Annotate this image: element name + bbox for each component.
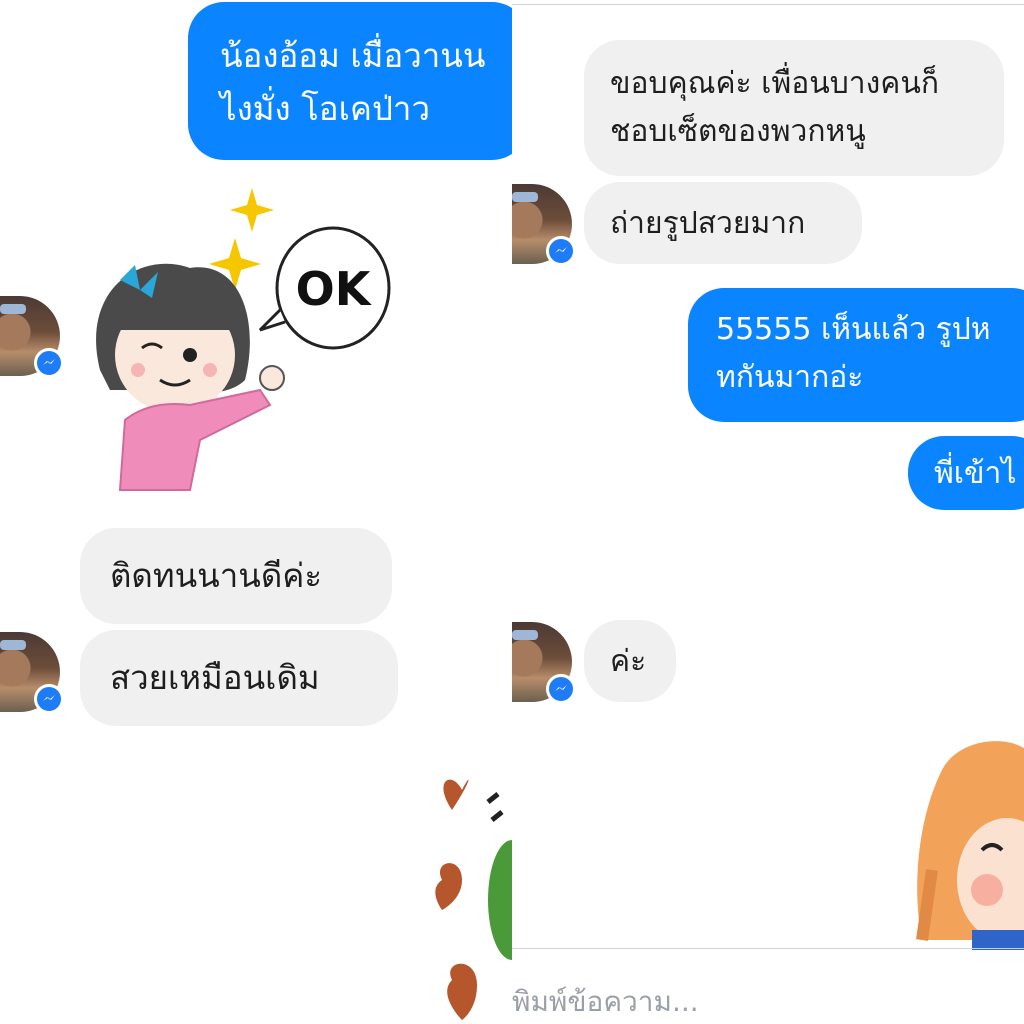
message-input-placeholder[interactable]: พิมพ์ข้อความ... [512, 980, 699, 1024]
incoming-message-bubble[interactable]: ติดทนนานดีค่ะ [80, 528, 392, 624]
incoming-message-bubble[interactable]: ค่ะ [584, 620, 676, 702]
messenger-badge-icon [34, 348, 64, 378]
contact-avatar[interactable] [0, 296, 64, 378]
right-chat-screenshot: ขอบคุณค่ะ เพื่อนบางคนก็ ชอบเซ็ตของพวกหนู… [512, 0, 1024, 1024]
hearts-sticker[interactable] [432, 770, 512, 1024]
left-chat-screenshot: น้องอ้อม เมื่อวานน ไงมั่ง โอเคป่าว OK ติ… [0, 0, 512, 1024]
heart-icon [447, 963, 477, 1020]
heart-icon [435, 863, 462, 910]
contact-avatar[interactable] [0, 632, 64, 714]
messenger-badge-icon [546, 674, 576, 704]
outgoing-message-bubble[interactable]: พี่เข้าไ [908, 436, 1024, 510]
svg-text:OK: OK [296, 262, 373, 316]
contact-avatar[interactable] [512, 622, 576, 704]
girl-sticker[interactable] [912, 740, 1024, 950]
sparkle-icon [230, 188, 274, 232]
incoming-message-bubble[interactable]: สวยเหมือนเดิม [80, 630, 398, 726]
outgoing-message-bubble[interactable]: 55555 เห็นแล้ว รูปห ทกันมากอ่ะ [688, 288, 1024, 422]
outgoing-message-bubble[interactable]: น้องอ้อม เมื่อวานน ไงมั่ง โอเคป่าว [188, 2, 512, 160]
incoming-message-bubble[interactable]: ถ่ายรูปสวยมาก [584, 182, 862, 264]
messenger-badge-icon [546, 236, 576, 266]
ok-sticker[interactable]: OK [80, 180, 400, 500]
contact-avatar[interactable] [512, 184, 576, 266]
messenger-badge-icon [34, 684, 64, 714]
incoming-message-bubble[interactable]: ขอบคุณค่ะ เพื่อนบางคนก็ ชอบเซ็ตของพวกหนู [584, 40, 1004, 176]
heart-icon [443, 779, 469, 810]
